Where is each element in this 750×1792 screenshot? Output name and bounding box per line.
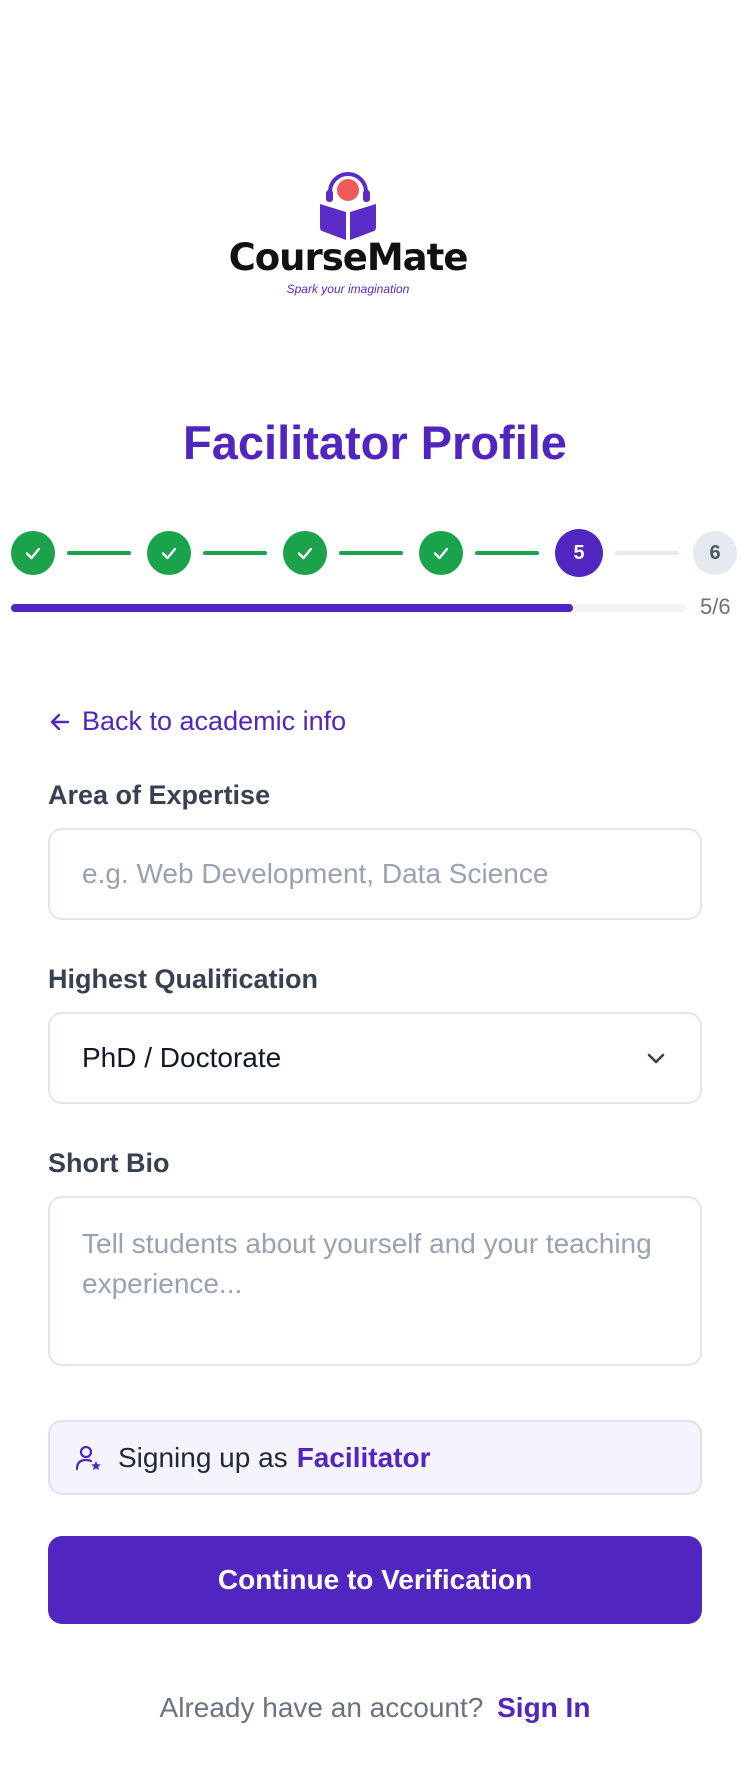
step-4-done [419,531,463,575]
signin-prompt-text: Already have an account? [159,1692,484,1723]
step-1-done [11,531,55,575]
progress-count: 5/6 [700,594,731,619]
check-icon [161,547,177,560]
coursemate-logo-icon [320,172,376,240]
role-notice-role: Facilitator [296,1441,431,1473]
expertise-input[interactable] [48,828,702,920]
check-icon [433,547,449,560]
continue-to-verification-button[interactable]: Continue to Verification [48,1536,702,1624]
step-5-current: 5 [555,529,603,577]
brand-name: CourseMate [228,236,469,279]
step-6-todo: 6 [693,531,737,575]
back-link-label: Back to academic info [82,706,347,736]
user-star-icon [75,1445,101,1470]
page-title: Facilitator Profile [183,416,567,469]
signin-prompt: Already have an account? Sign In [0,1692,750,1724]
step-indicator: 5 6 [11,529,739,577]
brand-logo: CourseMate Spark your imagination [228,170,468,300]
expertise-label: Area of Expertise [48,780,271,810]
step-connector [615,551,679,555]
arrow-left-icon [50,713,70,730]
step-connector [203,551,267,555]
step-connector [67,551,131,555]
progress-bar-fill [11,604,574,612]
chevron-down-icon [647,1053,665,1064]
brand-tagline: Spark your imagination [286,282,410,296]
bio-label: Short Bio [48,1148,170,1178]
bio-textarea[interactable] [48,1196,702,1366]
back-to-academic-info-link[interactable]: Back to academic info [48,706,346,737]
qualification-selected-value: PhD / Doctorate [82,1042,282,1073]
sign-in-link[interactable]: Sign In [497,1692,590,1723]
qualification-select[interactable]: PhD / Doctorate [48,1012,702,1104]
qualification-label: Highest Qualification [48,964,319,994]
step-2-done [147,531,191,575]
check-icon [25,547,41,560]
step-connector [475,551,539,555]
progress-bar [11,604,686,612]
role-notice: Signing up as Facilitator [48,1420,702,1495]
role-notice-prefix: Signing up as [118,1441,288,1473]
step-3-done [283,531,327,575]
check-icon [297,547,313,560]
step-connector [339,551,403,555]
